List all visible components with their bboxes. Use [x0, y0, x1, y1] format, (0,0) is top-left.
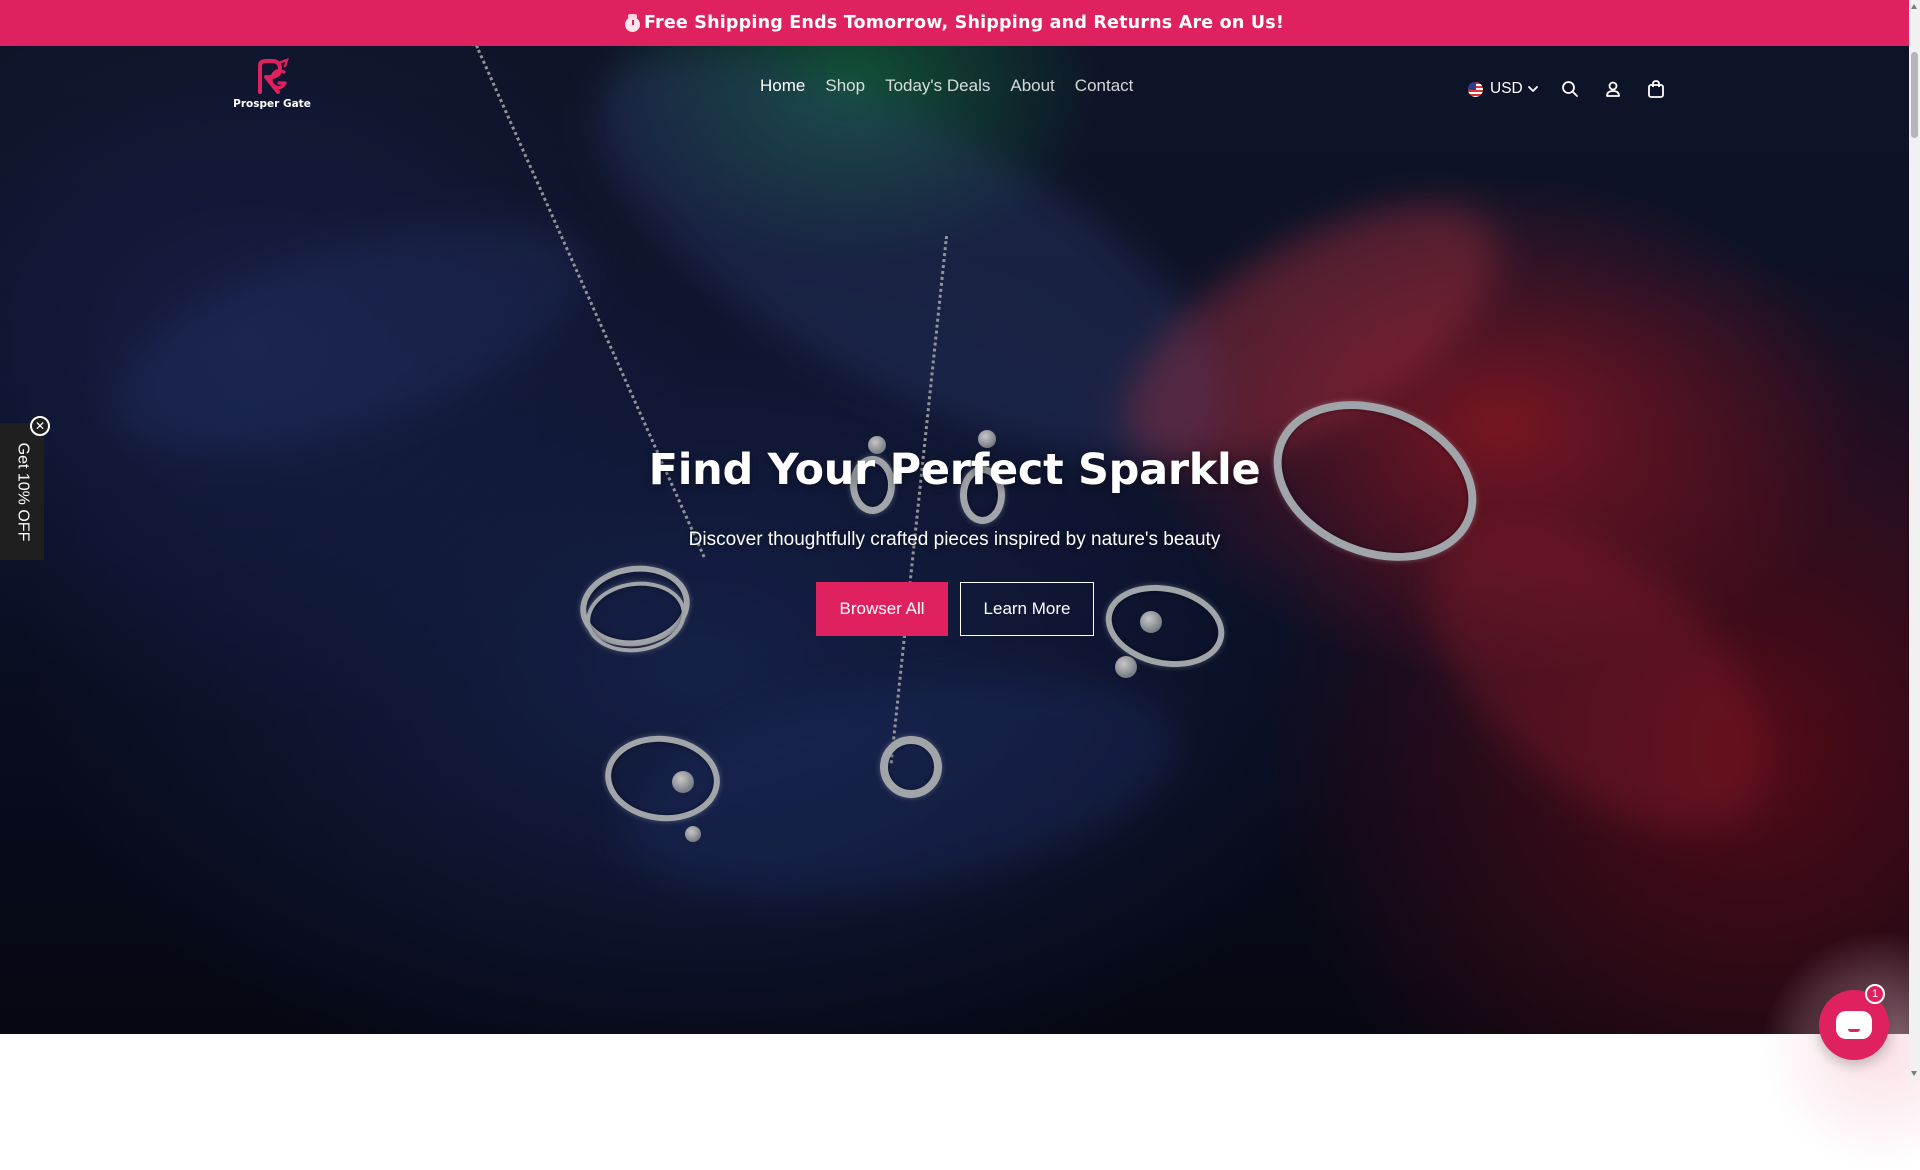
scroll-up-icon[interactable] — [1911, 4, 1917, 9]
scroll-down-icon[interactable] — [1911, 1071, 1917, 1076]
scroll-thumb[interactable] — [1911, 52, 1918, 138]
discount-tab[interactable]: Get 10% OFF — [0, 423, 44, 560]
chat-icon — [1836, 1011, 1872, 1039]
discount-tab-label: Get 10% OFF — [14, 442, 32, 541]
logo-mark-icon — [258, 58, 289, 94]
brand-name: Prosper Gate — [233, 98, 311, 110]
nav-item-about[interactable]: About — [1010, 76, 1054, 96]
search-icon[interactable] — [1559, 78, 1581, 100]
announcement-bar: Free Shipping Ends Tomorrow, Shipping an… — [0, 0, 1909, 46]
close-icon[interactable]: ✕ — [30, 416, 50, 436]
us-flag-icon — [1468, 81, 1483, 97]
learn-more-button[interactable]: Learn More — [960, 582, 1094, 636]
hero-content: Find Your Perfect Sparkle Discover thoug… — [0, 445, 1909, 551]
chat-badge: 1 — [1865, 984, 1885, 1004]
main-nav: Home Shop Today's Deals About Contact — [760, 76, 1153, 96]
site-header: Prosper Gate Home Shop Today's Deals Abo… — [0, 46, 1909, 128]
announcement-text: Free Shipping Ends Tomorrow, Shipping an… — [643, 13, 1285, 33]
brand-logo[interactable]: Prosper Gate — [232, 58, 312, 116]
cart-icon[interactable] — [1645, 78, 1667, 100]
chevron-down-icon — [1527, 86, 1538, 92]
scrollbar[interactable] — [1909, 0, 1920, 1080]
nav-item-contact[interactable]: Contact — [1075, 76, 1134, 96]
hero-title: Find Your Perfect Sparkle — [648, 445, 1261, 495]
header-utilities: USD — [1468, 74, 1667, 104]
currency-label: USD — [1490, 80, 1523, 97]
hero-buttons: Browser All Learn More — [816, 582, 1094, 636]
hero-subtitle: Discover thoughtfully crafted pieces ins… — [688, 529, 1221, 550]
browse-all-button[interactable]: Browser All — [816, 582, 948, 636]
nav-item-todays-deals[interactable]: Today's Deals — [885, 76, 990, 96]
currency-selector[interactable]: USD — [1468, 80, 1539, 98]
alarm-clock-icon — [624, 14, 640, 32]
account-icon[interactable] — [1602, 78, 1624, 100]
nav-item-shop[interactable]: Shop — [825, 76, 865, 96]
nav-item-home[interactable]: Home — [760, 76, 805, 96]
